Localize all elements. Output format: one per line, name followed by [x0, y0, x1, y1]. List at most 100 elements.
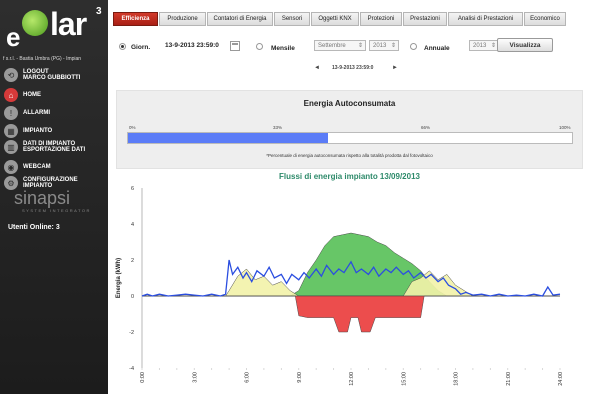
spinner-icon: ⇕	[490, 43, 496, 49]
x-tick-label: 24:00	[558, 372, 564, 386]
x-minor-tick	[298, 368, 300, 370]
logo-wordmark: lar	[50, 6, 87, 42]
pct-tick: 100%	[559, 125, 571, 130]
company-name: f s.r.l. - Bastia Umbra (PG) - Impian	[3, 56, 82, 62]
x-minor-tick	[246, 368, 247, 370]
y-axis-label: Energia (kWh)	[116, 258, 122, 298]
year-value: 2013	[373, 42, 387, 49]
x-tick-label: 6:00	[245, 372, 251, 383]
tab-oggetti-knx[interactable]: Oggetti KNX	[311, 12, 359, 26]
x-minor-tick	[193, 368, 195, 370]
y-tick-label: 4	[131, 222, 134, 228]
month-select[interactable]: Settembre ⇕	[314, 40, 366, 51]
nav-next-icon[interactable]: ►	[392, 65, 398, 71]
month-value: Settembre	[318, 42, 346, 49]
energy-flow-chart: 6 4 2 0 -2 -4 0:00 3:00 6:00 9:00 12:00 15:00 18:00 2…	[116, 186, 564, 386]
alarm-icon: !	[4, 106, 18, 120]
menu-label: WEBCAM	[23, 164, 51, 170]
x-minor-tick	[350, 368, 352, 370]
x-tick-label: 15:00	[401, 372, 407, 386]
menu-label: HOME	[23, 92, 41, 98]
sun-icon	[22, 10, 48, 36]
x-tick-label: 9:00	[297, 372, 303, 383]
data-export-icon: ▥	[4, 140, 18, 154]
tab-produzione[interactable]: Produzione	[159, 12, 206, 26]
x-minor-tick	[472, 368, 474, 370]
sinapsi-logo: sinapsi	[14, 188, 71, 208]
x-minor-tick	[402, 368, 404, 370]
tab-sensori[interactable]: Sensori	[274, 12, 310, 26]
x-tick-label: 21:00	[506, 372, 512, 386]
x-tick-label: 12:00	[349, 372, 355, 386]
autoconsumo-progress-fill	[128, 133, 328, 143]
home-icon: ⌂	[4, 88, 18, 102]
x-minor-tick	[385, 368, 387, 370]
menu-item-logout[interactable]: ⟲ LOGOUT MARCO GUBBIOTTI	[4, 66, 106, 84]
annuale-label: Annuale	[424, 45, 450, 52]
x-minor-tick	[158, 368, 160, 370]
spinner-icon: ⇕	[390, 43, 396, 49]
year-select[interactable]: 2013 ⇕	[369, 40, 399, 51]
pct-tick: 0%	[129, 125, 136, 130]
menu-label: ALLARMI	[23, 110, 50, 116]
logo-superscript: 3	[96, 6, 102, 17]
annual-year-value: 2013	[473, 42, 487, 49]
x-minor-tick	[367, 368, 369, 370]
x-minor-tick	[315, 368, 317, 370]
x-minor-tick	[263, 368, 265, 370]
menu-label: LOGOUT MARCO GUBBIOTTI	[23, 69, 81, 81]
x-minor-tick	[489, 368, 491, 370]
y-tick-label: 2	[131, 258, 134, 264]
x-minor-tick	[507, 368, 509, 370]
x-tick-label: 3:00	[192, 372, 198, 383]
autoconsumo-progress-bar	[127, 132, 573, 144]
x-minor-tick	[542, 368, 544, 370]
visualizza-button[interactable]: Visualizza	[497, 38, 553, 52]
y-tick-label: 6	[131, 186, 134, 192]
radio-mensile[interactable]	[256, 43, 263, 50]
tab-efficienza[interactable]: Efficienza	[113, 12, 158, 26]
menu-item-allarmi[interactable]: ! ALLARMI	[4, 104, 106, 122]
energy-title: Energia Autoconsumata	[303, 99, 396, 108]
logo-prefix: e	[6, 22, 21, 52]
y-tick-label: -4	[129, 366, 134, 372]
x-minor-tick	[559, 368, 561, 370]
menu-item-dati-impianto[interactable]: ▥ DATI DI IMPIANTO ESPORTAZIONE DATI	[4, 136, 106, 158]
green-area	[142, 232, 560, 297]
x-minor-tick	[524, 368, 526, 370]
radio-giornaliero[interactable]	[119, 43, 126, 50]
y-tick-label: -2	[129, 330, 134, 336]
menu-label: IMPIANTO	[23, 128, 53, 134]
x-minor-tick	[333, 368, 335, 370]
x-minor-tick	[420, 368, 422, 370]
x-tick-label: 0:00	[140, 372, 146, 383]
x-minor-tick	[211, 368, 213, 370]
sidebar: e lar 3 f s.r.l. - Bastia Umbra (PG) - I…	[0, 0, 108, 394]
date-input[interactable]: 13-9-2013 23:59:0	[165, 42, 219, 49]
x-minor-tick	[176, 368, 178, 370]
x-tick-label: 18:00	[454, 372, 460, 386]
pct-tick: 33%	[273, 125, 283, 130]
tab-prestazioni[interactable]: Prestazioni	[403, 12, 447, 26]
esolar-logo[interactable]: e lar 3	[6, 4, 104, 54]
period-controls: Giorn. 13-9-2013 23:59:0 Mensile Settemb…	[113, 38, 592, 78]
x-minor-tick	[141, 368, 143, 370]
energy-footnote: *Percentuale di energia autoconsumata ri…	[266, 153, 433, 158]
nav-prev-icon[interactable]: ◄	[314, 65, 320, 71]
radio-annuale[interactable]	[410, 43, 417, 50]
menu-item-home[interactable]: ⌂ HOME	[4, 86, 106, 104]
calendar-icon[interactable]	[230, 41, 240, 51]
sinapsi-tagline: SYSTEM INTEGRATOR	[22, 208, 91, 213]
spinner-icon: ⇕	[357, 43, 363, 49]
tab-contatori-energia[interactable]: Contatori di Energia	[207, 12, 273, 26]
energy-autoconsumata-panel: Energia Autoconsumata 0% 33% 66% 100% *P…	[116, 90, 583, 169]
tab-protezioni[interactable]: Protezioni	[360, 12, 402, 26]
annual-year-select[interactable]: 2013 ⇕	[469, 40, 499, 51]
logout-icon: ⟲	[4, 68, 18, 82]
x-minor-tick	[455, 368, 456, 370]
tab-economico[interactable]: Economico	[524, 12, 566, 26]
menu-label: DATI DI IMPIANTO ESPORTAZIONE DATI	[23, 141, 86, 153]
red-area	[142, 295, 560, 333]
giorn-label: Giorn.	[131, 44, 151, 51]
tab-analisi-prestazioni[interactable]: Analisi di Prestazioni	[448, 12, 523, 26]
